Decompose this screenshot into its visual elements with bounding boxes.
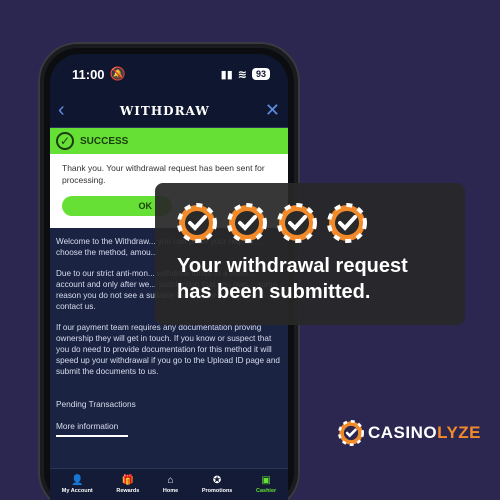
brand-name: CASINOLYZE — [368, 423, 481, 443]
check-circle-icon: ✓ — [56, 132, 74, 150]
check-chip-icon — [177, 203, 217, 243]
casino-chip-icon — [338, 420, 364, 446]
tab-home[interactable]: ⌂ Home — [162, 474, 179, 494]
wifi-icon: ≋ — [237, 68, 247, 81]
pending-transactions-link[interactable]: Pending Transactions — [56, 399, 282, 409]
status-bar: 11:00 🔕 ▮▮ ≋ 93 — [50, 54, 288, 94]
tab-label: My Account — [61, 487, 93, 494]
submission-overlay: Your withdrawal request has been submitt… — [155, 183, 465, 325]
check-chip-row — [177, 203, 443, 243]
tab-cashier[interactable]: ▣ Cashier — [255, 474, 277, 494]
mute-icon: 🔕 — [109, 66, 126, 81]
close-icon[interactable]: ✕ — [265, 100, 280, 121]
tab-rewards[interactable]: 🎁 Rewards — [116, 474, 140, 494]
page-title: WITHDRAW — [119, 103, 210, 118]
casinolyze-logo: CASINOLYZE — [338, 420, 481, 446]
submission-message: Your withdrawal request has been submitt… — [177, 253, 443, 305]
tab-label: Rewards — [116, 487, 140, 494]
person-icon: 👤 — [71, 474, 84, 486]
tab-label: Home — [162, 487, 179, 494]
success-label: SUCCESS — [80, 135, 129, 147]
submission-message-line-1: Your withdrawal request — [177, 255, 408, 277]
info-paragraph-3: If our payment team requires any documen… — [56, 323, 280, 376]
active-link-underline — [56, 435, 128, 437]
signal-icon: ▮▮ — [220, 68, 233, 81]
medal-icon: ✪ — [212, 474, 222, 486]
cash-icon: ▣ — [261, 474, 271, 486]
bottom-tab-bar: 👤 My Account 🎁 Rewards ⌂ Home ✪ Promotio… — [50, 468, 288, 500]
success-banner: ✓ SUCCESS — [50, 128, 288, 154]
clock: 11:00 — [72, 66, 105, 82]
tab-promotions[interactable]: ✪ Promotions — [201, 474, 233, 494]
check-chip-icon — [277, 203, 317, 243]
tab-my-account[interactable]: 👤 My Account — [61, 474, 93, 494]
battery-indicator: 93 — [251, 68, 270, 80]
check-chip-icon — [327, 203, 367, 243]
brand-name-part-1: CASINO — [368, 423, 438, 442]
home-icon: ⌂ — [167, 474, 174, 486]
tab-label: Cashier — [255, 487, 277, 494]
submission-message-line-2: has been submitted. — [177, 281, 371, 303]
more-information-link[interactable]: More information — [56, 421, 282, 431]
brand-name-part-2: LYZE — [437, 423, 482, 442]
back-chevron-icon[interactable]: ‹ — [58, 99, 65, 122]
gift-icon: 🎁 — [121, 474, 135, 486]
check-chip-icon — [227, 203, 267, 243]
tab-label: Promotions — [201, 487, 233, 494]
page-header: ‹ WITHDRAW ✕ — [50, 94, 288, 128]
link-list: Pending Transactions More information — [50, 395, 288, 453]
